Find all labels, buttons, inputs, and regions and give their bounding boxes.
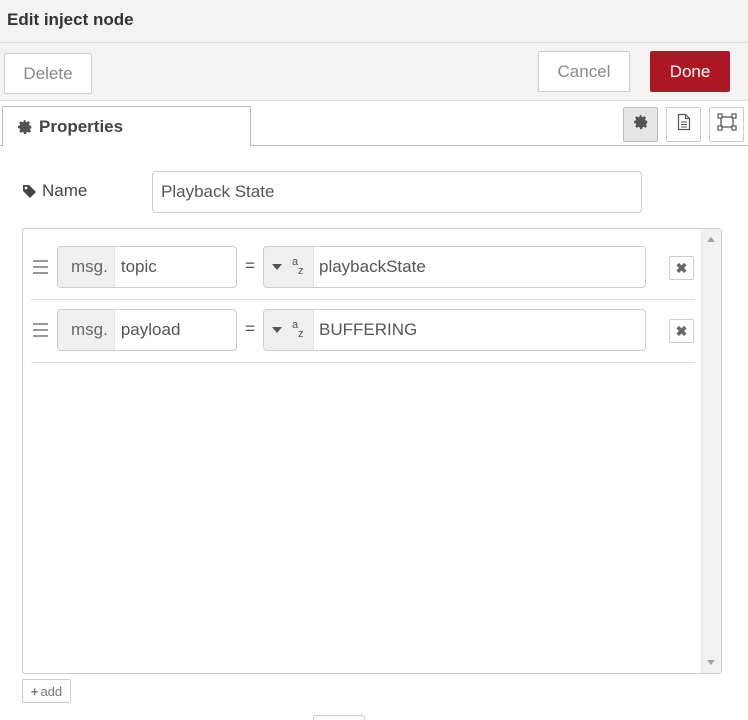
property-value-text: playbackState [319,257,426,276]
caret-down-icon [272,264,282,270]
value-type-selector[interactable]: az [264,247,314,287]
equals-sign: = [245,319,255,338]
dialog-toolbar: Delete Cancel Done [0,43,748,101]
tray-resize-handle[interactable] [313,715,365,720]
property-name-value: payload [120,320,181,339]
value-type-selector[interactable]: az [264,310,314,350]
delete-button[interactable]: Delete [4,53,92,94]
scroll-up-icon[interactable] [707,237,715,242]
property-type-prefix[interactable]: msg. [58,247,115,287]
property-name-value: topic [120,257,157,276]
name-label-text: Name [42,181,88,200]
layout-icon [716,113,737,136]
add-label: add [40,683,63,699]
property-name-field[interactable]: msg. topic [57,246,237,288]
gear-icon [17,119,33,135]
dialog-header: Edit inject node [0,0,748,43]
tab-properties[interactable]: Properties [2,106,251,147]
node-properties-tab-button[interactable] [623,107,658,142]
appearance-tab-button[interactable] [709,107,744,142]
tab-properties-label: Properties [39,116,124,136]
property-row: msg. topic = az playbackState ✖ [31,237,695,300]
name-label: Name [22,181,87,201]
cancel-button[interactable]: Cancel [538,51,630,92]
property-name-field[interactable]: msg. payload [57,309,237,351]
string-type-icon: az [292,256,304,277]
done-button[interactable]: Done [650,51,730,92]
close-icon: ✖ [675,259,688,276]
drag-handle-icon[interactable] [33,260,48,274]
string-type-icon: az [292,319,304,340]
property-type-prefix[interactable]: msg. [58,310,115,350]
add-property-button[interactable]: + add [22,679,71,703]
remove-row-button[interactable]: ✖ [669,256,694,280]
property-value-field[interactable]: az BUFFERING [263,309,646,351]
scroll-down-icon[interactable] [707,660,715,665]
tab-bar: Properties [0,101,748,147]
remove-row-button[interactable]: ✖ [669,319,694,343]
description-tab-button[interactable] [666,107,701,142]
list-scrollbar[interactable] [701,229,721,673]
caret-down-icon [272,327,282,333]
document-icon [676,113,692,136]
equals-sign: = [245,256,255,275]
property-row: msg. payload = az BUFFERING ✖ [31,300,695,363]
dialog-title: Edit inject node [7,10,134,29]
tag-icon [22,184,37,199]
property-value-field[interactable]: az playbackState [263,246,646,288]
name-input[interactable] [152,171,642,213]
gear-icon [633,114,649,135]
plus-icon: + [30,683,39,699]
close-icon: ✖ [675,322,688,339]
properties-list: msg. topic = az playbackState ✖ msg. pay… [22,228,722,674]
drag-handle-icon[interactable] [33,323,48,337]
property-value-text: BUFFERING [319,320,418,339]
